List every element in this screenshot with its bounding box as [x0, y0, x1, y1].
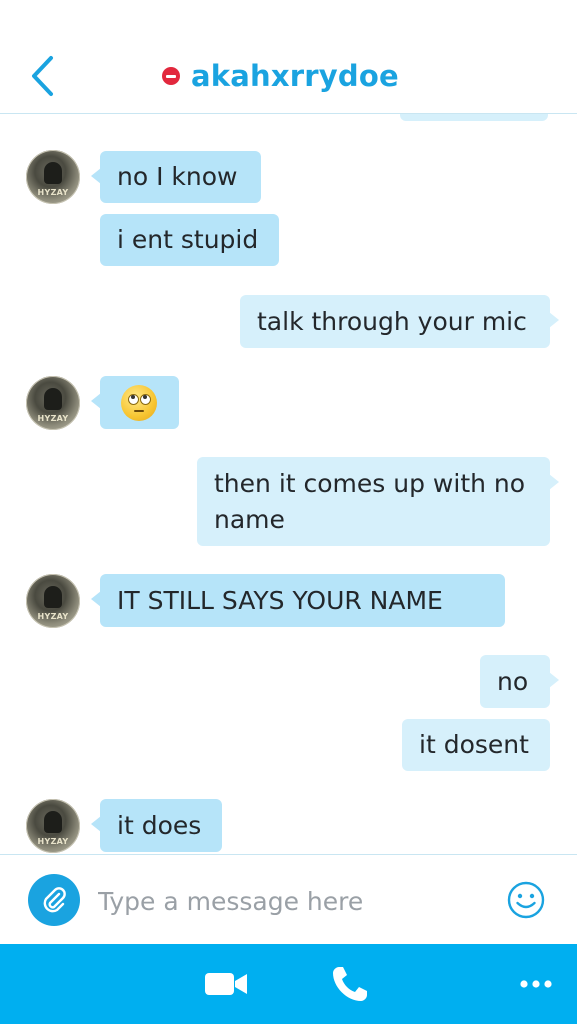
- message-input[interactable]: [98, 881, 488, 921]
- video-call-button[interactable]: [203, 962, 249, 1006]
- attach-button[interactable]: [28, 874, 80, 926]
- message-bubble-outgoing[interactable]: talk through your mic: [240, 295, 559, 348]
- do-not-disturb-icon: [162, 67, 180, 85]
- message-text: it dosent: [419, 730, 529, 759]
- message-bubble-incoming[interactable]: it does: [91, 799, 222, 852]
- eye-roll-emoji-icon: [121, 385, 157, 421]
- more-button[interactable]: [518, 962, 554, 1006]
- message-text: i ent stupid: [117, 225, 259, 254]
- message-bubble-partial: [400, 114, 548, 121]
- more-icon: [520, 980, 552, 988]
- message-bubble-incoming[interactable]: [91, 376, 179, 429]
- avatar: HYZAY: [26, 150, 80, 204]
- emoji-button[interactable]: [506, 880, 546, 920]
- message-bubble-outgoing[interactable]: it dosent: [402, 719, 550, 771]
- avatar: HYZAY: [26, 376, 80, 430]
- message-text: talk through your mic: [257, 307, 527, 336]
- message-composer: [0, 854, 577, 944]
- smiley-icon: [507, 881, 545, 919]
- paperclip-icon: [43, 887, 66, 913]
- chat-header: akahxrrydoe: [0, 0, 577, 114]
- contact-title[interactable]: akahxrrydoe: [162, 56, 399, 96]
- message-bubble-outgoing[interactable]: no: [480, 655, 559, 708]
- message-bubble-incoming[interactable]: no I know: [91, 151, 261, 203]
- contact-name: akahxrrydoe: [191, 59, 399, 93]
- back-button[interactable]: [24, 54, 60, 98]
- message-text: no I know: [117, 162, 238, 191]
- call-toolbar: [0, 944, 577, 1024]
- voice-call-button[interactable]: [328, 962, 372, 1006]
- message-bubble-outgoing[interactable]: then it comes up with no name: [197, 457, 559, 546]
- phone-icon: [333, 967, 367, 1001]
- message-text: then it comes up with no name: [214, 469, 526, 534]
- message-text: it does: [117, 811, 202, 840]
- message-bubble-incoming[interactable]: IT STILL SAYS YOUR NAME: [91, 574, 505, 627]
- video-call-icon: [205, 973, 247, 995]
- avatar: HYZAY: [26, 799, 80, 853]
- message-text: no: [497, 667, 529, 696]
- chevron-left-icon: [32, 56, 53, 96]
- message-list[interactable]: HYZAY no I know i ent stupid talk throug…: [0, 114, 577, 854]
- message-text: IT STILL SAYS YOUR NAME: [117, 586, 443, 615]
- message-bubble-incoming[interactable]: i ent stupid: [100, 214, 279, 266]
- avatar: HYZAY: [26, 574, 80, 628]
